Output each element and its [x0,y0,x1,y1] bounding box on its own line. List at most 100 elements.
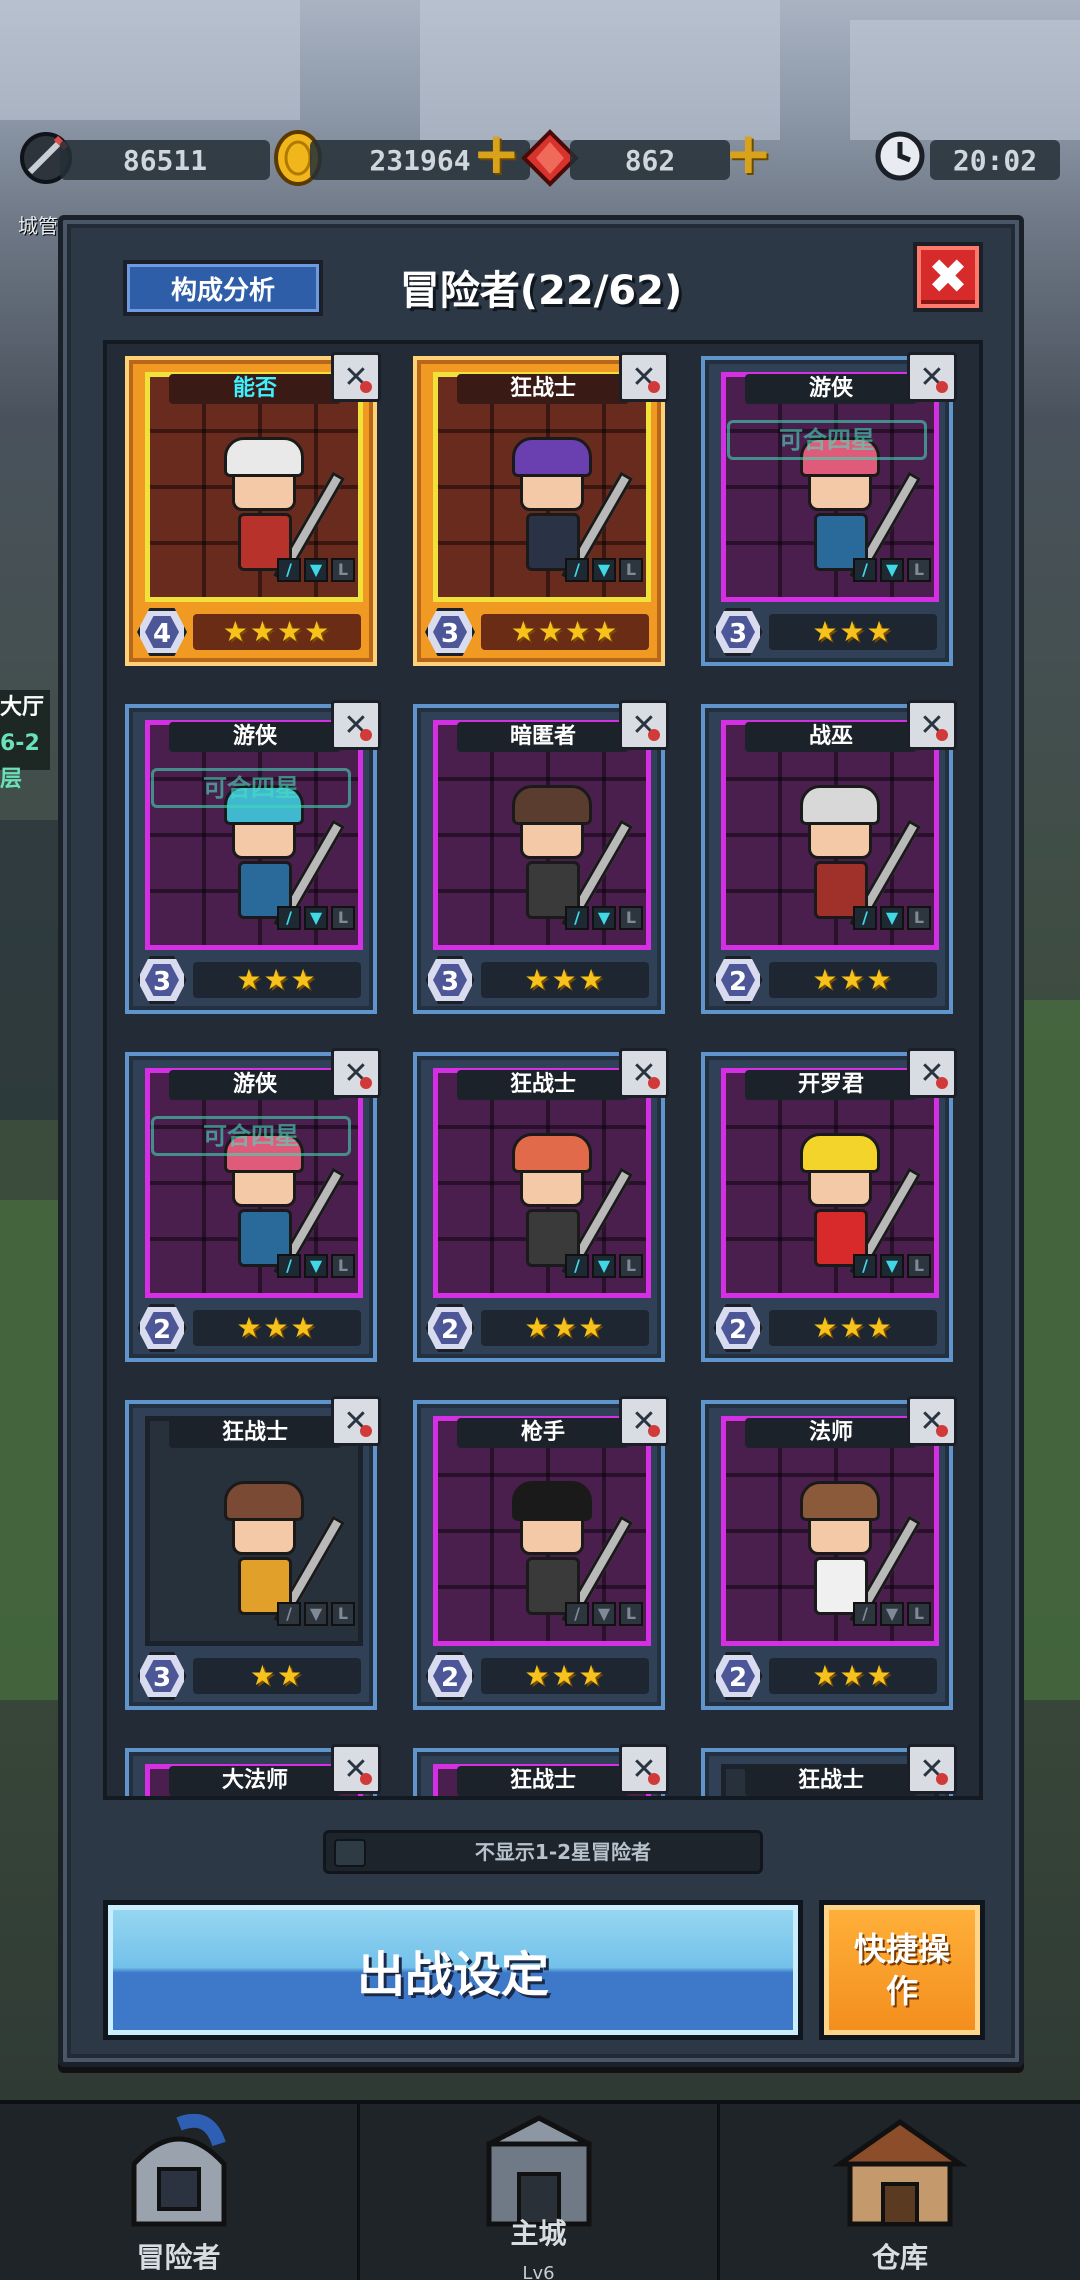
dismiss-adventurer-button[interactable]: ✕ [907,1744,957,1794]
adventurer-card[interactable]: 游侠 可合四星 ✕ / ▼ L 2 ★★★ [125,1048,381,1362]
dismiss-adventurer-button[interactable]: ✕ [907,700,957,750]
adventurer-card[interactable]: 狂战士 ✕ / ▼ L 3 ★★ [125,1396,381,1710]
adventurer-card[interactable]: 游侠 可合四星 ✕ / ▼ L 3 ★★★ [701,352,957,666]
weapon-slot-icon: / [565,906,589,930]
filter-checkbox[interactable] [334,1839,366,1867]
dismiss-adventurer-button[interactable]: ✕ [619,1396,669,1446]
equipment-slots: / ▼ L [565,1602,643,1626]
equipment-slots: / ▼ L [853,1602,931,1626]
dismiss-adventurer-button[interactable]: ✕ [331,1744,381,1794]
boots-slot-icon: L [331,1602,355,1626]
star-rating: ★★★★ [193,614,361,650]
nav-label: 冒险者 [136,2241,221,2274]
level-badge: 3 [137,1652,187,1700]
dismiss-adventurer-button[interactable]: ✕ [619,1048,669,1098]
weapon-slot-icon: / [277,906,301,930]
adventurer-grid[interactable]: 能否 ✕ / ▼ L 4 ★★★★ 狂战士 ✕ / ▼ L 3 ★★★★ 游侠 可合四星 ✕ / ▼ L 3 ★★★ 游侠可… [103,340,983,1800]
dismiss-adventurer-button[interactable]: ✕ [619,352,669,402]
level-row: 2 ★★★ [713,956,941,1004]
star-rating: ★★★ [769,1310,937,1346]
filter-label: 不显示1-2星冒险者 [474,1840,652,1864]
dismiss-adventurer-button[interactable]: ✕ [907,352,957,402]
adventurer-card[interactable]: 能否 ✕ / ▼ L 4 ★★★★ [125,352,381,666]
star-rating: ★★★ [481,1310,649,1346]
weapon-slot-icon: / [277,558,301,582]
boots-slot-icon: L [619,1254,643,1278]
sprite-hair [800,785,880,825]
boots-slot-icon: L [619,1602,643,1626]
power-value: 86511 [60,140,270,180]
level-badge: 2 [713,1652,763,1700]
nav-adventurers[interactable]: 冒险者 [0,2104,360,2280]
adventurer-name: 游侠 [745,374,917,404]
grass-area [0,1200,60,1700]
adventurer-card[interactable]: 狂战士✕/▼L [413,1744,669,1796]
adventurer-card[interactable]: 大法师✕/▼L [125,1744,381,1796]
equipment-slots: / ▼ L [853,906,931,930]
level-number: 2 [721,1312,755,1344]
add-gem-button[interactable]: + [724,124,773,182]
dismiss-adventurer-button[interactable]: ✕ [331,352,381,402]
dismiss-adventurer-button[interactable]: ✕ [907,1048,957,1098]
nav-main-city[interactable]: 主城 Lv6 [360,2104,720,2280]
weapon-slot-icon: / [565,558,589,582]
weapon-slot-icon: / [853,906,877,930]
level-row: 2 ★★★ [137,1304,365,1352]
adventurer-card[interactable]: 开罗君 ✕ / ▼ L 2 ★★★ [701,1048,957,1362]
armor-slot-icon: ▼ [304,1254,328,1278]
crossed-swords-icon: ✕ [631,1403,657,1439]
weapon-slot-icon: / [277,1602,301,1626]
level-badge: 2 [713,1304,763,1352]
adventurer-name: 狂战士 [457,374,629,404]
armor-slot-icon: ▼ [592,906,616,930]
quick-action-button[interactable]: 快捷操作 [819,1900,985,2040]
battle-setup-button[interactable]: 出战设定 [103,1900,803,2040]
weapon-slot-icon: / [853,1254,877,1278]
dismiss-adventurer-button[interactable]: ✕ [619,1744,669,1794]
dismiss-adventurer-button[interactable]: ✕ [907,1396,957,1446]
adventurer-card[interactable]: 狂战士✕/▼L [701,1744,957,1796]
adventurer-name: 开罗君 [745,1070,917,1100]
close-button[interactable]: ✖ [913,242,983,312]
adventurer-name: 狂战士 [457,1070,629,1100]
star-rating: ★★★ [481,962,649,998]
grass-area [1024,1000,1080,1700]
crossed-swords-icon: ✕ [343,1403,369,1439]
armor-slot-icon: ▼ [592,558,616,582]
level-number: 2 [433,1660,467,1692]
level-row: 2 ★★★ [713,1304,941,1352]
level-number: 3 [145,964,179,996]
sprite-hair [224,437,304,477]
level-badge: 2 [713,956,763,1004]
dismiss-adventurer-button[interactable]: ✕ [331,1396,381,1446]
star-rating: ★★★ [193,1310,361,1346]
adventurer-name: 能否 [169,374,341,404]
adventurer-card[interactable]: 游侠 可合四星 ✕ / ▼ L 3 ★★★ [125,700,381,1014]
close-icon: ✖ [927,249,969,305]
adventurer-name: 狂战士 [169,1418,341,1448]
crossed-swords-icon: ✕ [631,707,657,743]
adventurer-card[interactable]: 枪手 ✕ / ▼ L 2 ★★★ [413,1396,669,1710]
nav-warehouse[interactable]: 仓库 [720,2104,1080,2280]
dismiss-adventurer-button[interactable]: ✕ [331,1048,381,1098]
hide-low-star-filter[interactable]: 不显示1-2星冒险者 [323,1830,763,1874]
equipment-slots: / ▼ L [565,906,643,930]
adventurer-name: 暗匿者 [457,722,629,752]
armor-slot-icon: ▼ [592,1602,616,1626]
dismiss-adventurer-button[interactable]: ✕ [619,700,669,750]
dismiss-adventurer-button[interactable]: ✕ [331,700,381,750]
adventurer-card[interactable]: 暗匿者 ✕ / ▼ L 3 ★★★ [413,700,669,1014]
adventurer-card[interactable]: 战巫 ✕ / ▼ L 2 ★★★ [701,700,957,1014]
wall-shadow [0,820,60,1120]
add-gold-button[interactable]: + [472,124,521,182]
adventurer-name: 法师 [745,1418,917,1448]
left-hall-label[interactable]: 大厅 6-2层 [0,690,50,792]
adventurer-card[interactable]: 法师 ✕ / ▼ L 2 ★★★ [701,1396,957,1710]
level-row: 3 ★★★ [713,608,941,656]
crossed-swords-icon: ✕ [343,707,369,743]
adventurer-card[interactable]: 狂战士 ✕ / ▼ L 3 ★★★★ [413,352,669,666]
equipment-slots: / ▼ L [853,1254,931,1278]
adventurer-card[interactable]: 狂战士 ✕ / ▼ L 2 ★★★ [413,1048,669,1362]
equipment-slots: / ▼ L [277,906,355,930]
level-number: 2 [145,1312,179,1344]
